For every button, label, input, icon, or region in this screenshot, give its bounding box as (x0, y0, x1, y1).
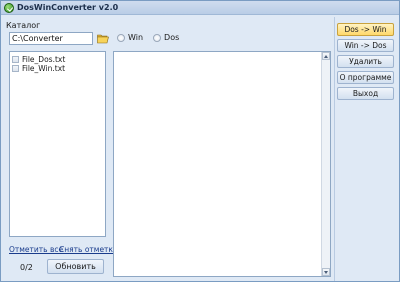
radio-label: Dos (164, 33, 180, 42)
file-name: File_Win.txt (22, 63, 66, 73)
encoding-radio-group: Win Dos (117, 33, 189, 42)
catalog-label: Каталог (6, 21, 41, 30)
file-list[interactable]: File_Dos.txt File_Win.txt (9, 51, 106, 237)
unselect-all-link[interactable]: Снять отметки (59, 245, 118, 254)
text-preview-area[interactable] (113, 51, 331, 277)
browse-folder-button[interactable] (96, 32, 109, 45)
scroll-down-icon[interactable] (322, 268, 330, 276)
window-title: DosWinConverter v2.0 (17, 3, 119, 12)
file-checkbox[interactable] (12, 55, 19, 63)
title-bar[interactable]: DosWinConverter v2.0 (1, 1, 399, 15)
delete-button[interactable]: Удалить (337, 55, 394, 68)
refresh-button[interactable]: Обновить (47, 259, 104, 274)
app-logo-icon (4, 3, 14, 13)
radio-dos[interactable]: Dos (153, 33, 179, 42)
win-to-dos-button[interactable]: Win -> Dos (337, 39, 394, 52)
folder-open-icon (96, 34, 109, 44)
list-item[interactable]: File_Win.txt (12, 63, 65, 73)
radio-button[interactable] (117, 33, 125, 42)
scroll-up-icon[interactable] (322, 52, 330, 60)
catalog-path-input[interactable] (9, 32, 93, 45)
radio-button[interactable] (153, 33, 162, 42)
dos-to-win-button[interactable]: Dos -> Win (337, 23, 394, 36)
radio-win[interactable]: Win (117, 33, 143, 42)
about-button[interactable]: О программе (337, 71, 394, 84)
select-all-link[interactable]: Отметить все (9, 245, 63, 254)
radio-label: Win (128, 33, 144, 42)
vertical-scrollbar[interactable] (321, 52, 330, 276)
app-window: DosWinConverter v2.0 Каталог File_Dos.tx… (0, 0, 400, 282)
file-counter: 0/2 (20, 263, 33, 272)
file-checkbox[interactable] (12, 64, 19, 72)
exit-button[interactable]: Выход (337, 87, 394, 100)
